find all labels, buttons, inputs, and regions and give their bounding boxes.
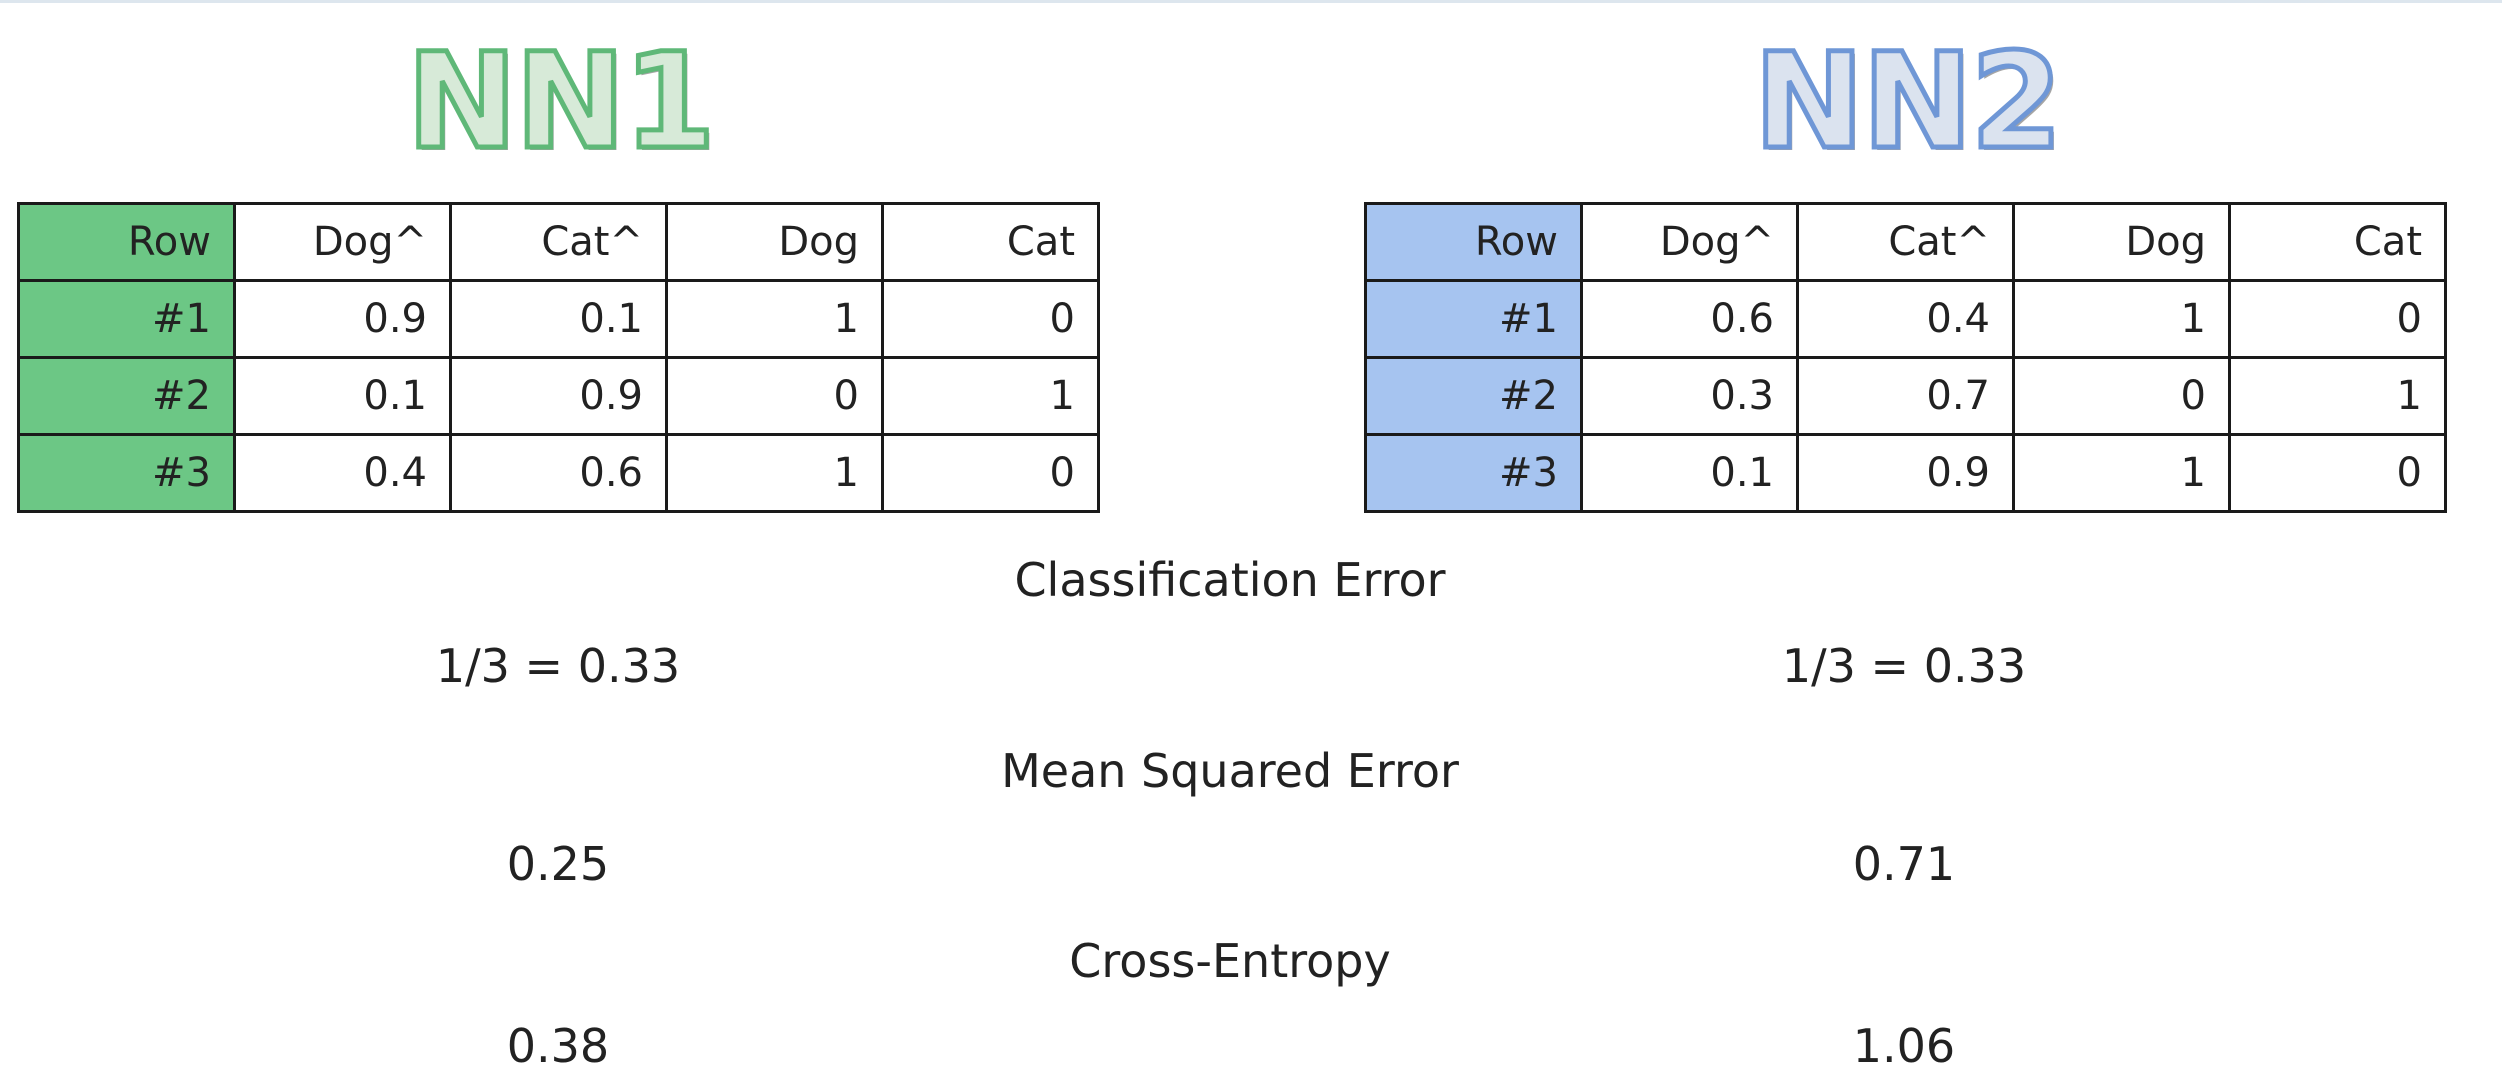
cell-dog-pred: 0.1	[233, 356, 452, 436]
nn2-classification-error: 1/3 = 0.33	[1781, 639, 2027, 693]
header-row: Row	[17, 202, 236, 282]
header-dog: Dog	[2012, 202, 2231, 282]
row-label: #2	[1364, 356, 1583, 436]
cell-cat: 0	[881, 433, 1100, 513]
cell-dog: 1	[2012, 433, 2231, 513]
cell-cat: 0	[881, 279, 1100, 359]
nn2-cross-entropy: 1.06	[1852, 1019, 1956, 1073]
header-dog: Dog	[665, 202, 884, 282]
cell-dog-pred: 0.4	[233, 433, 452, 513]
table-row: #2 0.3 0.7 0 1	[1364, 356, 2447, 436]
cell-cat-pred: 0.1	[449, 279, 668, 359]
header-dog-pred: Dog^	[1580, 202, 1799, 282]
cell-dog: 0	[2012, 356, 2231, 436]
nn1-table: Row Dog^ Cat^ Dog Cat #1 0.9 0.1 1 0 #2 …	[17, 202, 1100, 513]
nn1-mean-squared-error: 0.25	[506, 837, 610, 891]
cell-dog-pred: 0.3	[1580, 356, 1799, 436]
nn2-title: NN2	[1751, 25, 2065, 179]
nn1-title: NN1	[404, 25, 718, 179]
table-row: #1 0.6 0.4 1 0	[1364, 279, 2447, 359]
table-row: #1 0.9 0.1 1 0	[17, 279, 1100, 359]
cell-dog: 1	[665, 279, 884, 359]
header-cat-pred: Cat^	[1796, 202, 2015, 282]
top-border	[0, 0, 2502, 3]
nn2-mean-squared-error: 0.71	[1852, 837, 1956, 891]
cell-dog-pred: 0.9	[233, 279, 452, 359]
mean-squared-error-heading: Mean Squared Error	[1001, 744, 1459, 798]
header-dog-pred: Dog^	[233, 202, 452, 282]
classification-error-heading: Classification Error	[1014, 553, 1446, 607]
table-row: #3 0.1 0.9 1 0	[1364, 433, 2447, 513]
nn1-classification-error: 1/3 = 0.33	[435, 639, 681, 693]
table-row: #2 0.1 0.9 0 1	[17, 356, 1100, 436]
row-label: #3	[17, 433, 236, 513]
row-label: #3	[1364, 433, 1583, 513]
cell-cat-pred: 0.9	[449, 356, 668, 436]
cell-cat-pred: 0.4	[1796, 279, 2015, 359]
table-row: #3 0.4 0.6 1 0	[17, 433, 1100, 513]
row-label: #1	[1364, 279, 1583, 359]
cell-dog-pred: 0.1	[1580, 433, 1799, 513]
nn1-cross-entropy: 0.38	[506, 1019, 610, 1073]
cell-dog: 1	[665, 433, 884, 513]
cell-cat-pred: 0.7	[1796, 356, 2015, 436]
cell-dog-pred: 0.6	[1580, 279, 1799, 359]
table-header-row: Row Dog^ Cat^ Dog Cat	[17, 202, 1100, 282]
cell-cat-pred: 0.6	[449, 433, 668, 513]
cell-cat: 1	[881, 356, 1100, 436]
cell-cat-pred: 0.9	[1796, 433, 2015, 513]
cell-dog: 1	[2012, 279, 2231, 359]
cross-entropy-heading: Cross-Entropy	[1069, 934, 1391, 988]
header-cat: Cat	[881, 202, 1100, 282]
row-label: #1	[17, 279, 236, 359]
table-header-row: Row Dog^ Cat^ Dog Cat	[1364, 202, 2447, 282]
cell-cat: 0	[2228, 433, 2447, 513]
nn2-table: Row Dog^ Cat^ Dog Cat #1 0.6 0.4 1 0 #2 …	[1364, 202, 2447, 513]
header-cat-pred: Cat^	[449, 202, 668, 282]
header-row: Row	[1364, 202, 1583, 282]
cell-cat: 1	[2228, 356, 2447, 436]
row-label: #2	[17, 356, 236, 436]
header-cat: Cat	[2228, 202, 2447, 282]
cell-cat: 0	[2228, 279, 2447, 359]
cell-dog: 0	[665, 356, 884, 436]
